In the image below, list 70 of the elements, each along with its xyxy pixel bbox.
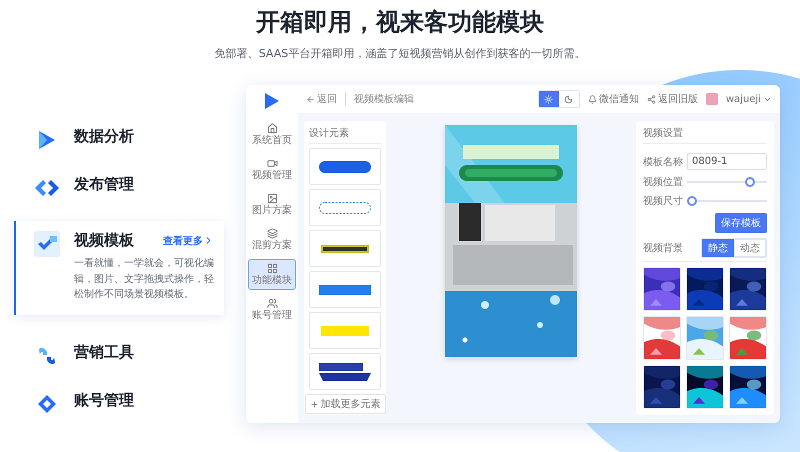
background-thumbnail[interactable] [686,316,724,360]
feature-item[interactable]: 发布管理 [14,167,224,209]
slider-thumb[interactable] [687,196,697,206]
nav-icon [266,193,278,204]
feature-description: 一看就懂，一学就会，可视化编辑，图片、文字拖拽式操作，轻松制作不同场景视频模板。 [74,256,214,302]
background-thumbnail[interactable] [643,316,681,360]
background-thumbnail[interactable] [729,365,767,409]
more-link[interactable]: 查看更多 [163,234,214,248]
slider-label: 视频位置 [643,176,683,189]
nav-item[interactable]: 系统首页 [248,119,296,150]
name-input[interactable]: 0809-1 [687,153,767,170]
sticker-card[interactable] [309,148,381,185]
save-button[interactable]: 保存模板 [715,213,767,233]
nav-item[interactable]: 功能模块 [248,259,296,290]
plus-icon [310,400,318,408]
nav-icon [266,123,278,134]
background-thumbnail[interactable] [686,365,724,409]
sticker-drawing [319,160,371,172]
breadcrumb-title: 视频模板编辑 [345,92,414,106]
bell-icon [588,94,597,104]
panel-title: 设计元素 [309,126,381,144]
slider-label: 视频尺寸 [643,194,683,208]
notify-button[interactable]: 微信通知 [588,92,639,106]
sticker-drawing [319,202,371,214]
sticker-card[interactable] [309,230,381,267]
background-thumbnail[interactable] [729,316,767,360]
feature-item[interactable]: 数据分析 [14,119,224,161]
feature-item[interactable]: 账号管理 [14,382,224,424]
nav-item[interactable]: 账号管理 [248,294,296,325]
feature-label: 发布管理 [74,175,134,194]
slider-thumb[interactable] [745,177,755,187]
feature-label: 营销工具 [74,342,134,362]
user-menu[interactable]: wajueji [726,94,772,104]
tab[interactable]: 动态 [734,239,766,257]
sticker-card[interactable] [309,353,381,390]
feature-label: 数据分析 [74,127,134,146]
background-thumbnail[interactable] [729,267,767,311]
feature-label: 视频模板 [74,231,134,250]
page-subtitle: 免部署、SAAS平台开箱即用，涵盖了短视频营销从创作到获客的一切所需。 [214,46,586,61]
feature-item[interactable]: 营销工具 [14,334,224,376]
back-button[interactable]: 返回 [306,92,337,106]
feature-icon [34,231,60,257]
nav-item[interactable]: 视频管理 [248,154,296,185]
section-title: 视频背景 [643,242,683,255]
feature-label: 账号管理 [74,390,134,410]
nav-item[interactable]: 混剪方案 [248,224,296,255]
play-logo-icon [265,93,279,109]
background-thumbnail[interactable] [643,267,681,311]
back-arrow-icon [306,94,315,104]
sticker-drawing [321,326,369,336]
share-icon [646,94,656,104]
panel-title: 视频设置 [643,126,767,144]
sticker-drawing [319,362,371,380]
nav-item[interactable]: 图片方案 [248,189,296,220]
feature-item[interactable]: 视频模板 查看更多 一看就懂，一学就会，可视化编辑，图片、文字拖拽式操作，轻松制作不同场景视频模板。 [14,221,224,314]
page-title: 开箱即用，视来客功能模块 [256,7,544,38]
old-version-button[interactable]: 返回旧版 [646,92,698,106]
sun-icon[interactable] [538,91,559,107]
nav-icon [266,298,278,309]
sticker-drawing [319,284,371,294]
nav-icon [266,158,278,169]
tab[interactable]: 静态 [702,239,734,257]
avatar [706,93,718,105]
sticker-drawing [321,244,369,252]
nav-icon [266,263,278,274]
field-label: 模板名称 [643,156,683,168]
load-more-button[interactable]: 加载更多元素 [304,394,386,414]
background-thumbnail[interactable] [686,267,724,311]
background-thumbnail[interactable] [643,365,681,409]
nav-icon [266,228,278,239]
